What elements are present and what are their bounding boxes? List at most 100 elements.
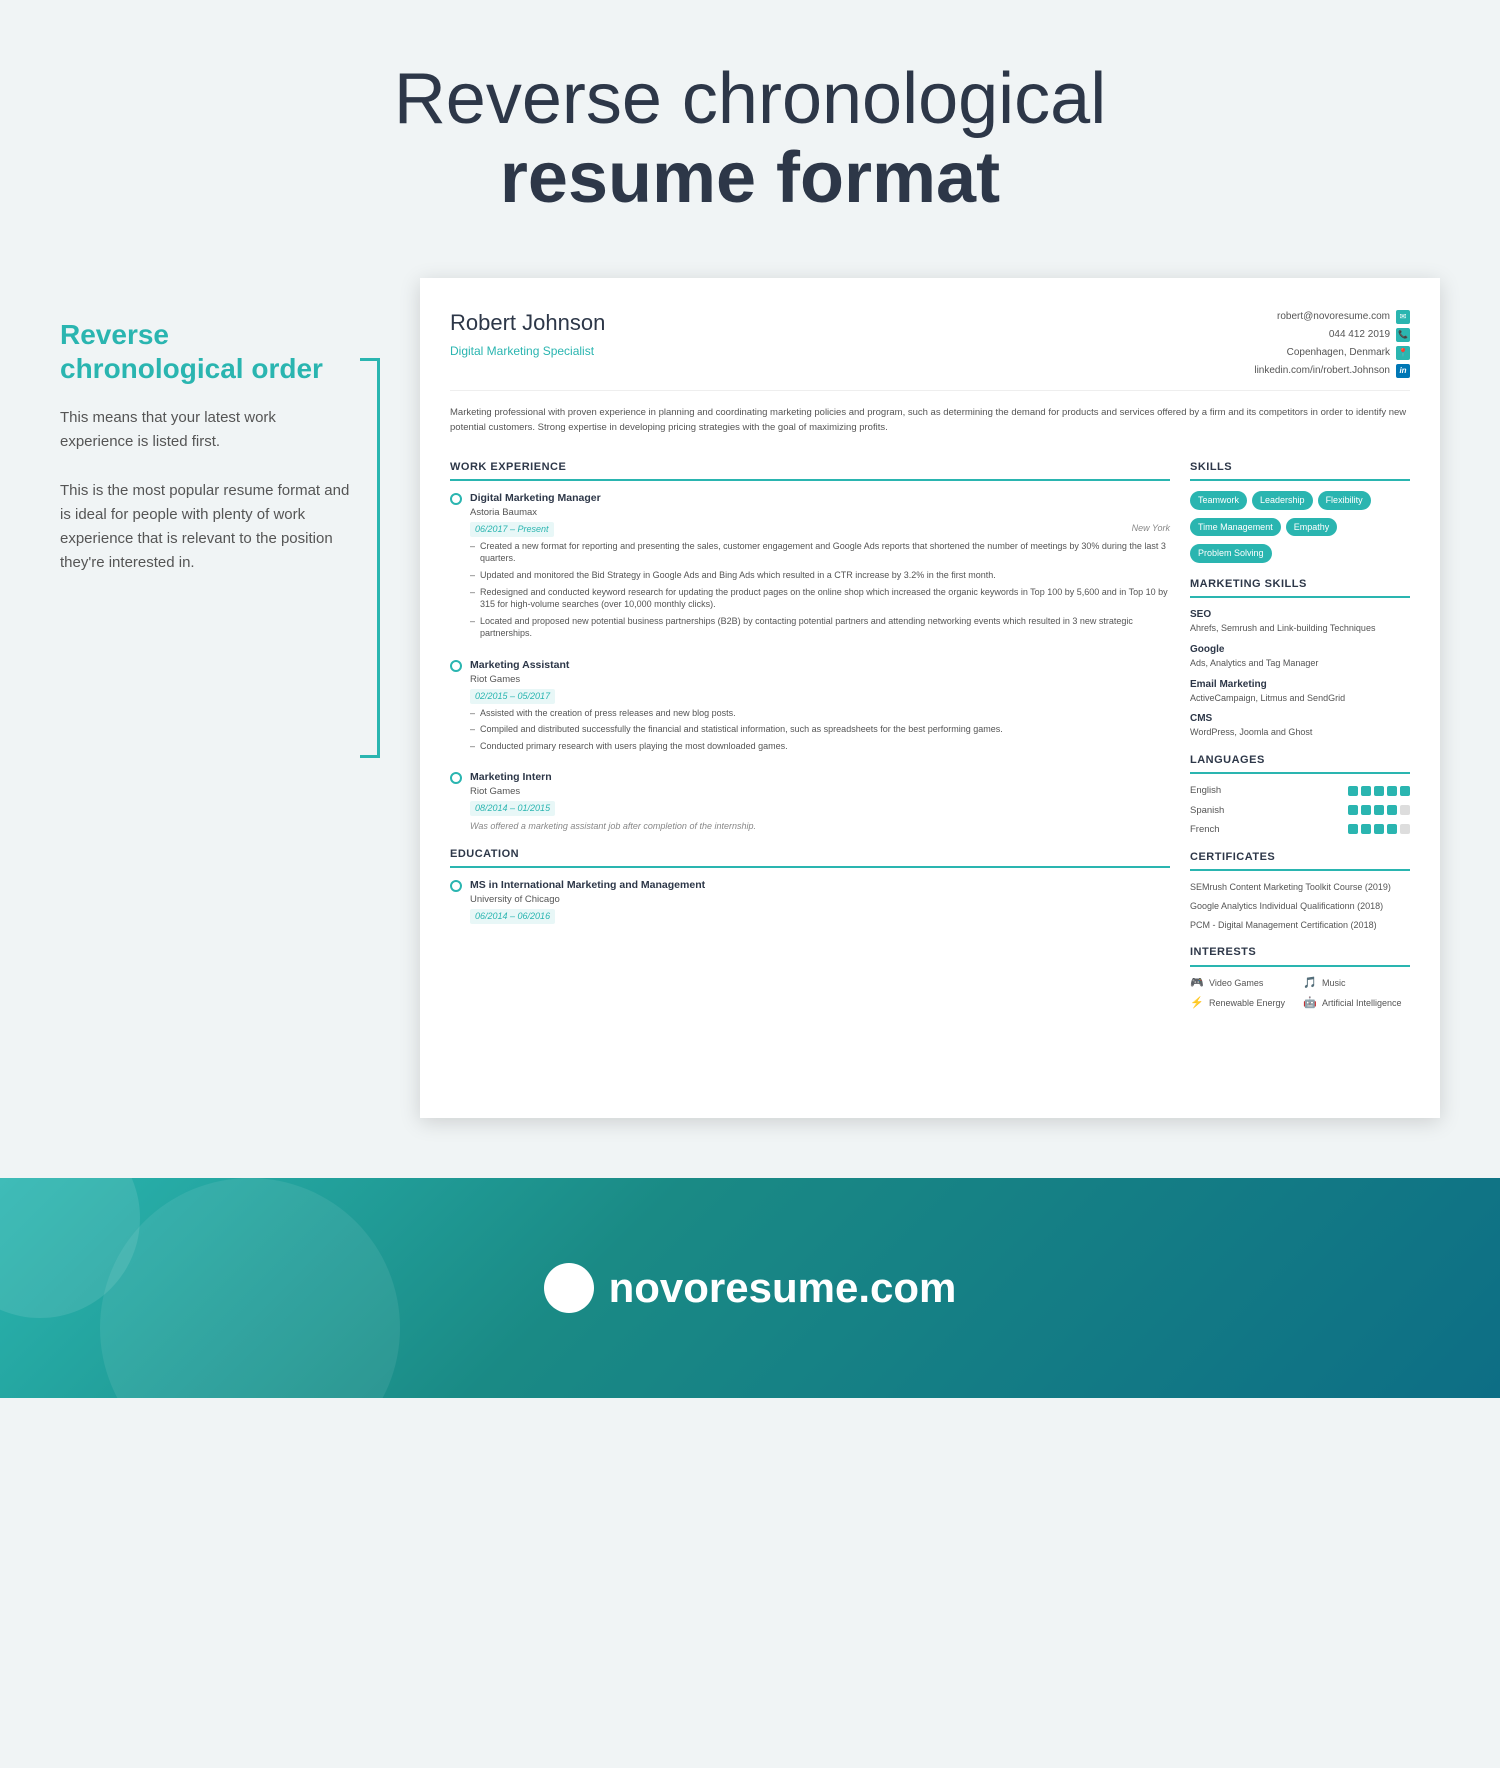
resume-contact: robert@novoresume.com ✉ 044 412 2019 📞 C… bbox=[1254, 308, 1410, 380]
skills-header: SKILLS bbox=[1190, 460, 1410, 481]
sidebar-bracket bbox=[360, 358, 380, 758]
dot bbox=[1374, 805, 1384, 815]
job-1-title: Digital Marketing Manager bbox=[470, 491, 1170, 506]
job-2-dates-row: 02/2015 – 05/2017 bbox=[470, 689, 1170, 704]
contact-email: robert@novoresume.com ✉ bbox=[1254, 308, 1410, 326]
job-1-bullets: Created a new format for reporting and p… bbox=[470, 540, 1170, 640]
lang-spanish-dots bbox=[1348, 805, 1410, 815]
languages-header: LANGUAGES bbox=[1190, 753, 1410, 774]
resume-left-column: WORK EXPERIENCE Digital Marketing Manage… bbox=[450, 460, 1170, 1011]
dot bbox=[1348, 824, 1358, 834]
job-2-title: Marketing Assistant bbox=[470, 658, 1170, 673]
edu-dates-row: 06/2014 – 06/2016 bbox=[470, 909, 1170, 924]
lang-french-dots bbox=[1348, 824, 1410, 834]
dot bbox=[1387, 824, 1397, 834]
cert-3: PCM - Digital Management Certification (… bbox=[1190, 919, 1410, 932]
skills-tags-row2: Time Management Empathy bbox=[1190, 518, 1410, 537]
edu-school: University of Chicago bbox=[470, 893, 1170, 906]
bullet-item: Created a new format for reporting and p… bbox=[470, 540, 1170, 565]
video-games-icon: 🎮 bbox=[1190, 977, 1204, 991]
work-experience-header: WORK EXPERIENCE bbox=[450, 460, 1170, 481]
job-3-title: Marketing Intern bbox=[470, 770, 1170, 785]
resume-body: WORK EXPERIENCE Digital Marketing Manage… bbox=[450, 460, 1410, 1011]
phone-icon: 📞 bbox=[1396, 328, 1410, 342]
ai-icon: 🤖 bbox=[1303, 997, 1317, 1011]
interest-video-games: 🎮 Video Games bbox=[1190, 977, 1297, 991]
job-2: Marketing Assistant Riot Games 02/2015 –… bbox=[450, 658, 1170, 756]
dot bbox=[1387, 786, 1397, 796]
education-header: EDUCATION bbox=[450, 847, 1170, 868]
lang-french-name: French bbox=[1190, 823, 1250, 836]
interests-header: INTERESTS bbox=[1190, 945, 1410, 966]
interest-renewable-energy: ⚡ Renewable Energy bbox=[1190, 997, 1297, 1011]
resume-right-column: SKILLS Teamwork Leadership Flexibility T… bbox=[1190, 460, 1410, 1011]
linkedin-text: linkedin.com/in/robert.Johnson bbox=[1254, 362, 1390, 380]
education-1: MS in International Marketing and Manage… bbox=[450, 878, 1170, 927]
edu-dates: 06/2014 – 06/2016 bbox=[470, 909, 555, 924]
skills-tags-row1: Teamwork Leadership Flexibility bbox=[1190, 491, 1410, 510]
sidebar-text-2: This is the most popular resume format a… bbox=[60, 479, 350, 575]
job-3-dates: 08/2014 – 01/2015 bbox=[470, 801, 555, 816]
contact-phone: 044 412 2019 📞 bbox=[1254, 326, 1410, 344]
left-sidebar: Reverse chronological order This means t… bbox=[60, 278, 380, 1118]
resume-identity: Robert Johnson Digital Marketing Special… bbox=[450, 308, 605, 360]
marketing-skills-header: MARKETING SKILLS bbox=[1190, 577, 1410, 598]
main-content: Reverse chronological order This means t… bbox=[0, 258, 1500, 1158]
header-section: Reverse chronological resume format bbox=[0, 0, 1500, 258]
resume-header: Robert Johnson Digital Marketing Special… bbox=[450, 308, 1410, 391]
lang-english: English bbox=[1190, 784, 1410, 797]
bullet-item: Located and proposed new potential busin… bbox=[470, 615, 1170, 640]
dot bbox=[1348, 805, 1358, 815]
mskill-email-name: Email Marketing bbox=[1190, 678, 1410, 692]
skill-empathy: Empathy bbox=[1286, 518, 1338, 537]
brand-name: novoresume.com bbox=[609, 1264, 957, 1312]
interest-label: Music bbox=[1322, 977, 1346, 990]
sidebar-text-1: This means that your latest work experie… bbox=[60, 406, 350, 454]
lang-english-dots bbox=[1348, 786, 1410, 796]
music-icon: 🎵 bbox=[1303, 977, 1317, 991]
skill-problem-solving: Problem Solving bbox=[1190, 544, 1272, 563]
skills-tags-row3: Problem Solving bbox=[1190, 544, 1410, 563]
job-3-company: Riot Games bbox=[470, 785, 1170, 798]
job-1-content: Digital Marketing Manager Astoria Baumax… bbox=[470, 491, 1170, 644]
mskill-google-name: Google bbox=[1190, 643, 1410, 657]
dot-empty bbox=[1400, 805, 1410, 815]
sidebar-title: Reverse chronological order bbox=[60, 318, 350, 385]
phone-text: 044 412 2019 bbox=[1329, 326, 1390, 344]
email-text: robert@novoresume.com bbox=[1277, 308, 1390, 326]
certificates-header: CERTIFICATES bbox=[1190, 850, 1410, 871]
resume-card: Robert Johnson Digital Marketing Special… bbox=[420, 278, 1440, 1118]
mskill-seo: SEO Ahrefs, Semrush and Link-building Te… bbox=[1190, 608, 1410, 635]
edu-circle bbox=[450, 880, 462, 892]
resume-summary: Marketing professional with proven exper… bbox=[450, 406, 1410, 445]
job-2-company: Riot Games bbox=[470, 673, 1170, 686]
job-2-circle bbox=[450, 660, 462, 672]
job-1-company: Astoria Baumax bbox=[470, 506, 1170, 519]
bullet-item: Compiled and distributed successfully th… bbox=[470, 723, 1170, 736]
job-1: Digital Marketing Manager Astoria Baumax… bbox=[450, 491, 1170, 644]
job-1-dates: 06/2017 – Present bbox=[470, 522, 554, 537]
interest-label: Renewable Energy bbox=[1209, 997, 1285, 1010]
job-3-dates-row: 08/2014 – 01/2015 bbox=[470, 801, 1170, 816]
lang-spanish-name: Spanish bbox=[1190, 804, 1250, 817]
location-text: Copenhagen, Denmark bbox=[1287, 344, 1390, 362]
bullet-item: Assisted with the creation of press rele… bbox=[470, 707, 1170, 720]
bullet-item: Updated and monitored the Bid Strategy i… bbox=[470, 569, 1170, 582]
skill-leadership: Leadership bbox=[1252, 491, 1313, 510]
interest-label: Video Games bbox=[1209, 977, 1263, 990]
title-light: Reverse chronological bbox=[20, 60, 1480, 139]
lang-spanish: Spanish bbox=[1190, 804, 1410, 817]
mskill-google: Google Ads, Analytics and Tag Manager bbox=[1190, 643, 1410, 670]
mskill-email: Email Marketing ActiveCampaign, Litmus a… bbox=[1190, 678, 1410, 705]
resume-job-title: Digital Marketing Specialist bbox=[450, 343, 605, 360]
bottom-section: novoresume.com bbox=[0, 1178, 1500, 1398]
dot bbox=[1361, 824, 1371, 834]
interest-label: Artificial Intelligence bbox=[1322, 997, 1402, 1010]
interests-grid: 🎮 Video Games 🎵 Music ⚡ Renewable Energy… bbox=[1190, 977, 1410, 1011]
bullet-item: Conducted primary research with users pl… bbox=[470, 740, 1170, 753]
job-1-circle bbox=[450, 493, 462, 505]
interest-music: 🎵 Music bbox=[1303, 977, 1410, 991]
lang-french: French bbox=[1190, 823, 1410, 836]
job-3-circle bbox=[450, 772, 462, 784]
dot bbox=[1348, 786, 1358, 796]
